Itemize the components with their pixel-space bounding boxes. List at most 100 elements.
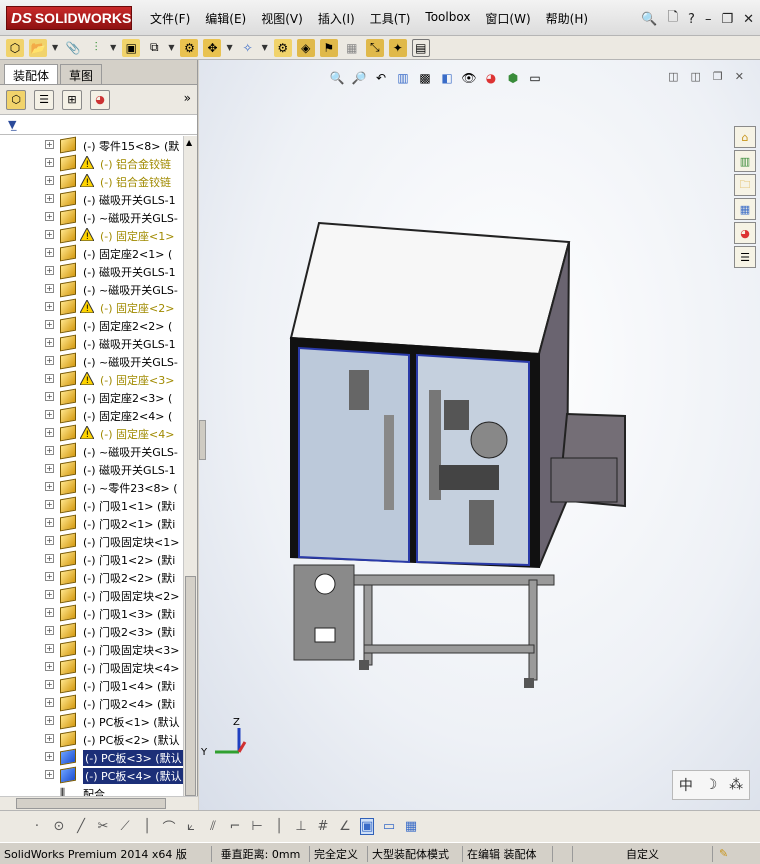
point-icon[interactable]: · [30,819,44,834]
tab-sketch[interactable]: 草图 [60,64,103,84]
tree-item[interactable]: + (-) ~零件23<8> ( [0,478,184,496]
expand-icon[interactable]: + [45,266,54,275]
menu-item[interactable]: Toolbox [425,10,470,27]
tab-assembly[interactable]: 装配体 [4,64,59,84]
expand-icon[interactable]: + [45,698,54,707]
tree-item[interactable]: +! (-) 固定座<1> [0,226,184,244]
expand-icon[interactable]: + [45,626,54,635]
expand-icon[interactable]: + [45,302,54,311]
chevron-down-icon[interactable]: ▼ [262,43,268,52]
expand-icon[interactable]: + [45,716,54,725]
ime-toolbar[interactable]: 中 ☽ ⁂ [672,770,750,800]
tree-item[interactable]: + (-) ~磁吸开关GLS- [0,280,184,298]
chevron-right-icon[interactable]: » [184,91,191,105]
extend-icon[interactable]: ⟋ [118,819,132,834]
close-icon[interactable]: ✕ [743,12,754,27]
exploded-view-icon[interactable]: ⤡ [365,38,384,57]
tree-item[interactable]: + (-) 磁吸开关GLS-1 [0,190,184,208]
expand-icon[interactable]: + [45,644,54,653]
expand-icon[interactable]: + [45,320,54,329]
tree-item[interactable]: + (-) 门吸1<4> (默i [0,676,184,694]
expand-icon[interactable]: + [45,374,54,383]
scrollbar-thumb[interactable] [16,798,166,809]
menu-item[interactable]: 文件(F) [150,10,190,27]
tree-item[interactable]: +! (-) 固定座<4> [0,424,184,442]
tree-item[interactable]: + (-) 磁吸开关GLS-1 [0,334,184,352]
chevron-down-icon[interactable]: ▼ [226,43,232,52]
tree-item[interactable]: + (-) 门吸1<3> (默i [0,604,184,622]
tree-item[interactable]: ⫴ 配合 [0,784,184,796]
circle-icon[interactable]: ⊙ [52,819,66,834]
tree-item[interactable]: + (-) 磁吸开关GLS-1 [0,460,184,478]
tree-item[interactable]: + (-) 门吸固定块<2> [0,586,184,604]
appearances-icon[interactable]: ◕ [734,222,756,244]
expand-icon[interactable]: + [45,770,54,779]
feature-tree-icon[interactable]: ⬡ [6,89,26,110]
expand-icon[interactable]: + [45,176,54,185]
help-button[interactable]: ? [688,12,695,27]
tree-item[interactable]: + (-) PC板<4> (默认 [0,766,184,784]
tree-item[interactable]: +! (-) 铝合金铰链 [0,154,184,172]
move-component-icon[interactable]: ✥ [203,38,222,57]
tree-item[interactable]: +! (-) 固定座<3> [0,370,184,388]
tree-filter[interactable]: ▼̲ [0,115,197,135]
expand-icon[interactable]: + [45,158,54,167]
new-part-icon[interactable]: ⬡ [6,38,24,57]
tree-item[interactable]: + (-) 门吸固定块<4> [0,658,184,676]
chamfer-icon[interactable]: ⟀ [184,819,198,834]
expand-icon[interactable]: + [45,590,54,599]
angle-icon[interactable]: ∠ [338,819,352,834]
minimize-icon[interactable]: – [705,12,712,27]
tree-item[interactable]: + (-) 固定座2<2> ( [0,316,184,334]
menu-item[interactable]: 工具(T) [370,10,411,27]
expand-icon[interactable]: + [45,572,54,581]
scroll-up-arrow-icon[interactable]: ▲ [186,138,192,147]
normal-view-icon[interactable]: ▭ [382,819,396,834]
menu-item[interactable]: 帮助(H) [546,10,588,27]
expand-icon[interactable]: + [45,428,54,437]
tree-item[interactable]: + (-) 门吸固定块<1> [0,532,184,550]
display-manager-icon[interactable]: ◕ [90,89,110,110]
expand-icon[interactable]: + [45,464,54,473]
chevron-down-icon[interactable]: ▼ [52,43,58,52]
assembly-model[interactable]: Z Y [199,60,760,810]
tree-item[interactable]: + (-) ~磁吸开关GLS- [0,442,184,460]
show-hidden-icon[interactable]: ✧ [239,39,257,57]
tree-item[interactable]: + (-) 磁吸开关GLS-1 [0,262,184,280]
tree-item[interactable]: + (-) 门吸固定块<3> [0,640,184,658]
expand-icon[interactable]: + [45,482,54,491]
expand-icon[interactable]: + [45,734,54,743]
expand-icon[interactable]: + [45,680,54,689]
menu-item[interactable]: 窗口(W) [485,10,530,27]
tree-item[interactable]: +! (-) 固定座<2> [0,298,184,316]
expand-icon[interactable]: + [45,212,54,221]
tree-item[interactable]: + (-) PC板<2> (默认 [0,730,184,748]
filter-icon[interactable]: ▼̲ [8,118,16,131]
tree-horizontal-scrollbar[interactable] [0,796,198,810]
offset-icon[interactable]: ⫽ [206,819,220,834]
expand-icon[interactable]: + [45,446,54,455]
line-icon[interactable]: ╱ [74,819,88,834]
tree-item[interactable]: + (-) 门吸2<1> (默i [0,514,184,532]
custom-properties-icon[interactable]: ☰ [734,246,756,268]
tree-item[interactable]: + (-) 门吸2<2> (默i [0,568,184,586]
reference-geometry-icon[interactable]: ◈ [296,38,315,57]
table-view-icon[interactable]: ▦ [404,819,418,834]
expand-icon[interactable]: + [45,662,54,671]
view-palette-icon[interactable]: ▦ [734,198,756,220]
menu-item[interactable]: 编辑(E) [205,10,246,27]
tree-item[interactable]: + (-) PC板<1> (默认 [0,712,184,730]
scrollbar-thumb[interactable] [185,576,196,796]
smart-fasteners-icon[interactable]: ⚙ [180,38,199,57]
expand-icon[interactable]: + [45,356,54,365]
expand-icon[interactable]: + [45,140,54,149]
tree-item[interactable]: + (-) ~磁吸开关GLS- [0,352,184,370]
new-motion-study-icon[interactable]: ⚑ [319,38,338,57]
tree-item[interactable]: + (-) 门吸2<3> (默i [0,622,184,640]
paperclip-icon[interactable]: 📎 [64,39,82,57]
chevron-down-icon[interactable]: ▼ [110,43,116,52]
configuration-manager-icon[interactable]: ⊞ [62,89,82,110]
tree-item[interactable]: + (-) ~磁吸开关GLS- [0,208,184,226]
ime-half-width[interactable]: ☽ [705,777,718,793]
corner-rectangle-icon[interactable]: ⌐ [228,819,242,834]
